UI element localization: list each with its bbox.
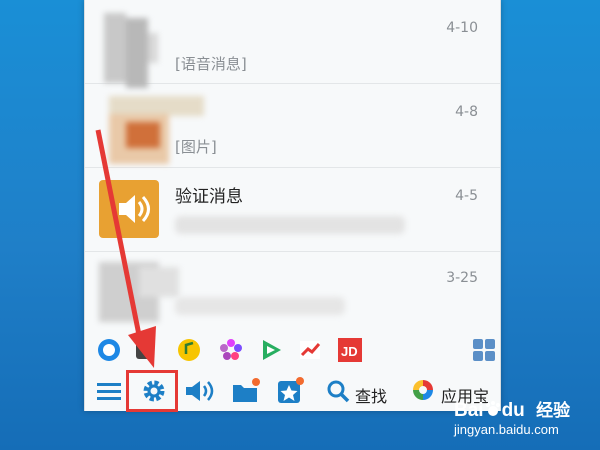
avatar bbox=[99, 96, 204, 164]
watermark-url: jingyan.baidu.com bbox=[454, 422, 559, 437]
folder-icon[interactable] bbox=[230, 377, 262, 405]
conversation-title: 验证消息 bbox=[175, 187, 243, 207]
conversation-preview: [语音消息] bbox=[175, 55, 247, 73]
qq-message-panel: 4-10 [语音消息] 4-8 [图片] 验证消息 4-5 3-25 JD 查找… bbox=[84, 0, 501, 411]
search-label[interactable]: 查找 bbox=[355, 383, 387, 411]
qq-browser-icon[interactable] bbox=[96, 337, 122, 363]
watermark-brand: Bai bbox=[454, 400, 484, 421]
paw-icon bbox=[485, 401, 500, 416]
avatar bbox=[99, 257, 179, 322]
conversation-date: 4-5 bbox=[455, 188, 478, 204]
svg-text:JD: JD bbox=[341, 344, 358, 359]
app-grid-icon[interactable] bbox=[471, 337, 497, 363]
speaker-icon bbox=[119, 195, 150, 223]
conversation-row[interactable]: 验证消息 4-5 bbox=[85, 168, 500, 252]
conversation-row[interactable]: 4-10 [语音消息] bbox=[85, 0, 500, 90]
app-shortcut-bar: JD bbox=[85, 329, 500, 371]
music-icon[interactable] bbox=[132, 337, 158, 363]
conversation-date: 3-25 bbox=[446, 270, 478, 286]
conversation-row[interactable]: 3-25 bbox=[85, 252, 500, 329]
sound-icon[interactable] bbox=[183, 377, 215, 405]
conversation-preview bbox=[175, 216, 405, 234]
qq-music-icon[interactable] bbox=[176, 337, 202, 363]
watermark-brand-2: du bbox=[501, 400, 525, 421]
settings-highlight-box bbox=[126, 370, 178, 412]
conversation-preview bbox=[175, 297, 345, 315]
watermark-cn: 经验 bbox=[536, 401, 571, 420]
video-icon[interactable] bbox=[258, 337, 284, 363]
conversation-preview: [图片] bbox=[175, 138, 217, 156]
avatar bbox=[99, 8, 159, 90]
flower-icon[interactable] bbox=[218, 337, 244, 363]
jd-icon[interactable]: JD bbox=[337, 337, 363, 363]
conversation-date: 4-10 bbox=[446, 20, 478, 36]
favorite-star-icon[interactable] bbox=[275, 377, 307, 405]
baidu-jingyan-watermark: Bai du 经验 jingyan.baidu.com bbox=[410, 372, 600, 450]
stock-icon[interactable] bbox=[297, 337, 323, 363]
conversation-row[interactable]: 4-8 [图片] bbox=[85, 84, 500, 168]
search-icon[interactable] bbox=[325, 377, 351, 405]
verify-message-avatar bbox=[99, 180, 159, 238]
menu-icon[interactable] bbox=[95, 377, 123, 405]
desktop: { "conversations": [ {"date": "4-10", "p… bbox=[0, 0, 600, 450]
conversation-date: 4-8 bbox=[455, 104, 478, 120]
